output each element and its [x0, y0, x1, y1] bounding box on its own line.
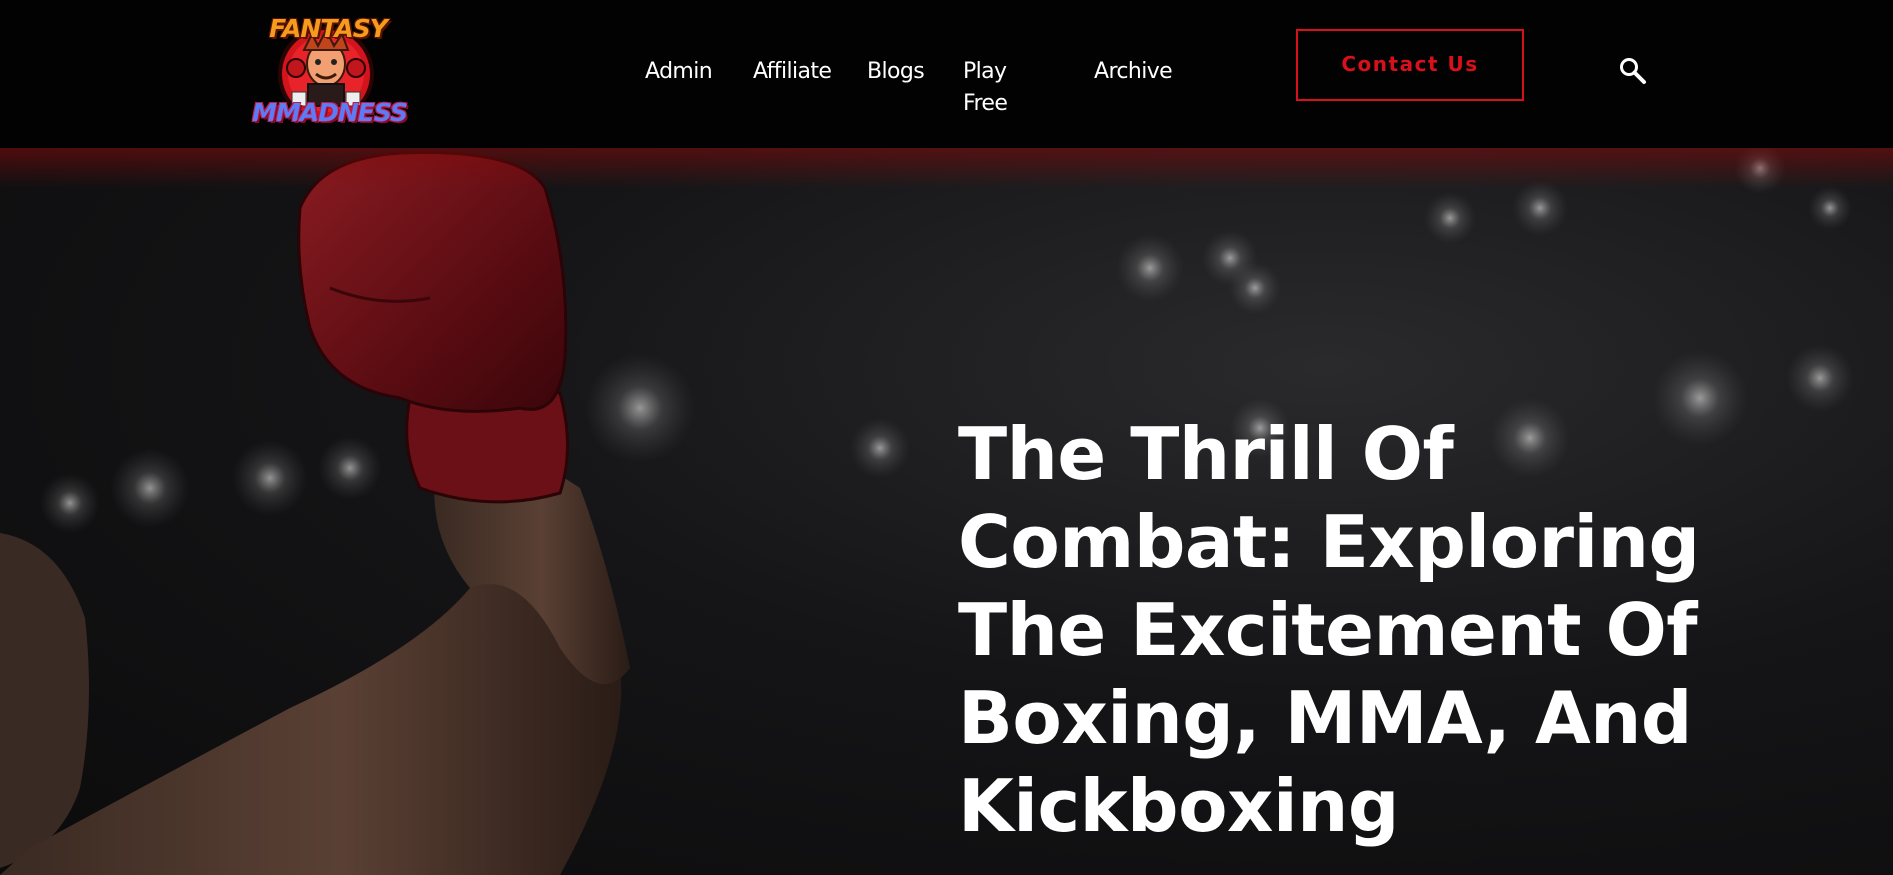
site-logo[interactable]: FANTASY MMADNESS: [252, 12, 408, 132]
hero-title: The Thrill Of Combat: Exploring The Exci…: [958, 412, 1700, 848]
nav-item-play-free[interactable]: Play Free: [963, 56, 1008, 120]
nav-item-blogs[interactable]: Blogs: [867, 56, 925, 88]
hero-top-glow: [0, 148, 1893, 188]
hero-banner: The Thrill Of Combat: Exploring The Exci…: [0, 148, 1893, 875]
contact-us-button[interactable]: Contact Us: [1296, 29, 1524, 101]
search-button[interactable]: [1618, 56, 1648, 86]
logo-word-mmadness: MMADNESS: [252, 98, 408, 127]
site-header: FANTASY MMADNESS Admin Affiliate Blogs P…: [0, 0, 1893, 148]
search-icon: [1620, 58, 1646, 84]
logo-word-fantasy: FANTASY: [269, 14, 388, 43]
nav-item-admin[interactable]: Admin: [645, 56, 713, 88]
nav-item-affiliate[interactable]: Affiliate: [753, 56, 832, 88]
nav-item-archive[interactable]: Archive: [1094, 56, 1173, 88]
